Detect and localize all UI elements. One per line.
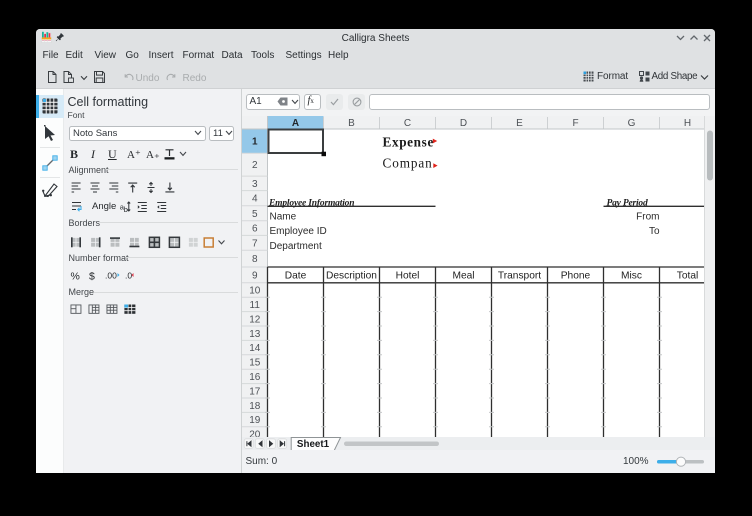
svg-text:C: C [404, 117, 411, 128]
svg-text:14: 14 [249, 343, 261, 354]
svg-text:Transport: Transport [498, 270, 541, 281]
svg-text:H: H [684, 117, 691, 128]
svg-text:11: 11 [250, 299, 261, 310]
svg-text:Misc: Misc [621, 270, 642, 281]
svg-text:Employee Information: Employee Information [268, 198, 354, 208]
svg-text:Description: Description [326, 270, 377, 281]
svg-text:Expense: Expense [383, 134, 434, 149]
svg-text:16: 16 [249, 371, 261, 382]
svg-text:2: 2 [252, 160, 258, 171]
svg-text:Sheet1: Sheet1 [297, 439, 330, 450]
svg-text:Date: Date [285, 270, 307, 281]
svg-text:Department: Department [270, 240, 322, 251]
svg-text:10: 10 [249, 285, 261, 296]
svg-text:Employee ID: Employee ID [270, 226, 327, 237]
svg-text:5: 5 [252, 208, 258, 219]
svg-text:F: F [572, 117, 578, 128]
svg-text:6: 6 [252, 223, 258, 234]
svg-text:3: 3 [252, 178, 258, 189]
svg-text:7: 7 [252, 238, 258, 249]
svg-text:12: 12 [249, 314, 261, 325]
svg-text:Compan: Compan [383, 155, 433, 170]
svg-text:Total: Total [677, 270, 699, 281]
svg-text:.0: .0 [125, 270, 132, 280]
svg-text:Phone: Phone [561, 270, 591, 281]
svg-text:15: 15 [249, 357, 261, 368]
svg-text:Hotel: Hotel [396, 270, 420, 281]
svg-text:18: 18 [249, 400, 261, 411]
svg-text:Meal: Meal [452, 270, 474, 281]
svg-text:b: b [124, 205, 128, 214]
svg-text:.00: .00 [105, 270, 117, 280]
svg-text:From: From [636, 211, 659, 222]
svg-text:4: 4 [252, 193, 258, 204]
svg-text:To: To [649, 226, 660, 237]
svg-text:1: 1 [252, 136, 258, 147]
svg-text:Name: Name [270, 211, 297, 222]
svg-text:D: D [460, 117, 467, 128]
svg-text:17: 17 [249, 386, 261, 397]
svg-text:Pay Period: Pay Period [607, 198, 648, 208]
svg-text:8: 8 [252, 254, 258, 265]
svg-text:B: B [348, 117, 355, 128]
svg-text:A: A [292, 117, 299, 128]
svg-text:%: % [71, 270, 80, 282]
svg-text:20: 20 [249, 429, 261, 436]
svg-text:E: E [516, 117, 523, 128]
svg-text:13: 13 [249, 328, 261, 339]
svg-text:9: 9 [252, 270, 258, 281]
svg-text:19: 19 [249, 415, 261, 426]
svg-text:G: G [628, 117, 636, 128]
svg-text:$: $ [89, 270, 95, 282]
